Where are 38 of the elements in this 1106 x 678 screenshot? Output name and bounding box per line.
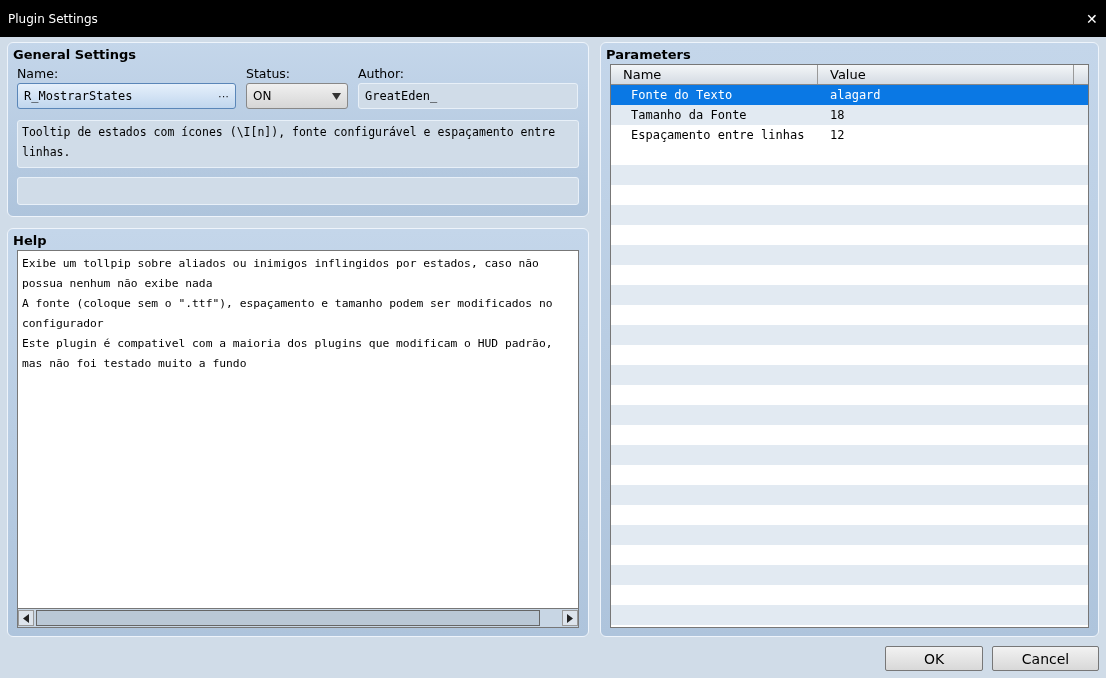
scrollbar-thumb[interactable]: [36, 610, 540, 626]
field-label: Author:: [358, 66, 406, 83]
caret-icon: [332, 92, 341, 100]
right-arrow-icon: [567, 613, 573, 623]
author-field[interactable]: GreatEden_: [358, 83, 578, 109]
panel-title: Help: [13, 233, 48, 248]
field-label: Name:: [17, 66, 60, 83]
help-text-line: possua nenhum não exibe nada: [22, 276, 214, 292]
parameter-name: Fonte do Texto: [630, 88, 734, 102]
parameter-value: 12: [829, 128, 845, 142]
close-button[interactable]: ✕: [1086, 10, 1098, 27]
empty-field[interactable]: [17, 177, 579, 205]
help-text-line: Exibe um tollpip sobre aliados ou inimigos inflingidos por estados, caso não: [22, 256, 540, 272]
horizontal-scrollbar[interactable]: [18, 608, 578, 627]
column-header[interactable]: Name: [611, 65, 818, 84]
parameter-name: Espaçamento entre linhas: [630, 128, 806, 142]
parameter-value: alagard: [829, 88, 881, 102]
panel-title: Parameters: [606, 47, 692, 62]
help-text-line: configurador: [22, 316, 105, 332]
field-label: Status:: [246, 66, 292, 83]
browse-button[interactable]: ···: [218, 90, 229, 102]
parameter-value: 18: [829, 108, 845, 122]
parameter-row[interactable]: Espaçamento entre linhas 12: [611, 125, 1088, 145]
status-dropdown[interactable]: ON: [246, 83, 348, 109]
scroll-right-button[interactable]: [562, 610, 578, 626]
panel-title: General Settings: [13, 47, 138, 62]
description-field[interactable]: Tooltip de estados com ícones (\I[n]), fonte configurável e espaçamento entre linhas.: [17, 120, 579, 168]
name-field[interactable]: R_MostrarStates ···: [17, 83, 236, 109]
help-text-line: mas não foi testado muito a fundo: [22, 356, 248, 372]
window-title: Plugin Settings: [8, 11, 98, 26]
parameter-name: Tamanho da Fonte: [630, 108, 748, 122]
parameter-row[interactable]: Tamanho da Fonte 18: [611, 105, 1088, 125]
help-text-line: Este plugin é compativel com a maioria dos plugins que modificam o HUD padrão,: [22, 336, 554, 352]
parameter-row[interactable]: Fonte do Texto alagard: [611, 85, 1088, 105]
scroll-left-button[interactable]: [18, 610, 34, 626]
column-header[interactable]: Value: [818, 65, 1074, 84]
left-arrow-icon: [23, 613, 29, 623]
help-text-line: A fonte (coloque sem o ".ttf"), espaçamento e tamanho podem ser modificados no: [22, 296, 554, 312]
